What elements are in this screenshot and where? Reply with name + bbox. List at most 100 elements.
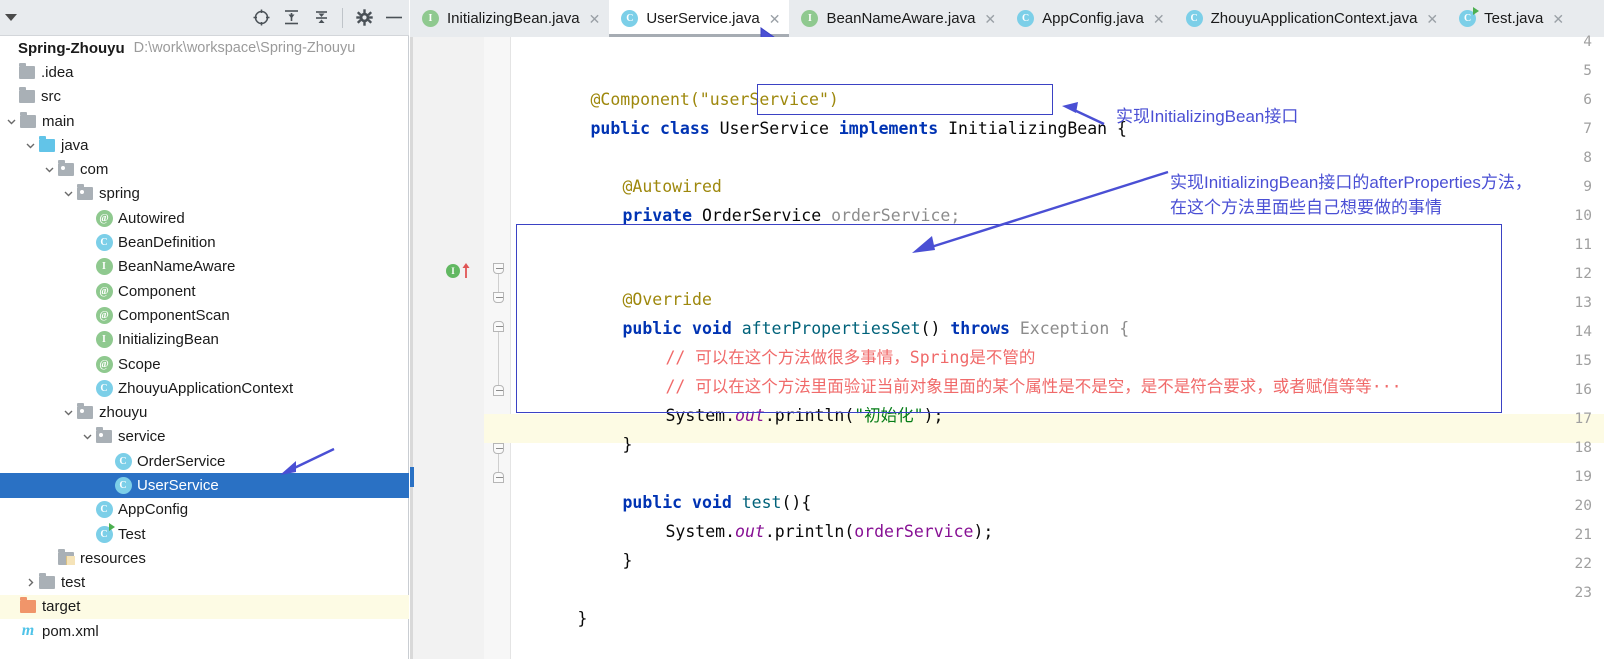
source-folder-icon [38,135,56,154]
runnable-class-icon: C [95,522,115,543]
gutter-marker-line12[interactable]: I [446,263,472,279]
java-class-icon: C [95,234,113,252]
line-number: 8 [1583,150,1592,166]
tree-item-component[interactable]: @ Component [0,279,409,303]
tree-item-pom-xml[interactable]: m pom.xml [0,619,409,643]
chevron-down-icon[interactable] [3,113,19,129]
code-println: .println( [764,406,855,425]
chevron-down-icon[interactable] [22,137,38,153]
target-folder-icon [19,597,37,616]
chevron-down-icon[interactable] [41,162,57,178]
tree-item-target[interactable]: target [0,594,409,620]
implements-marker-icon[interactable]: I [446,264,460,278]
chevron-down-icon[interactable] [79,429,95,445]
close-icon[interactable]: ✕ [1153,12,1165,26]
project-path-hint: D:\work\workspace\Spring-Zhouyu [133,40,356,57]
tree-item-label: resources [80,549,146,567]
tree-item-zhouyu[interactable]: zhouyu [0,400,409,424]
close-icon[interactable]: ✕ [984,12,996,26]
tree-item-test[interactable]: test [0,571,409,595]
tree-item-initializingbean[interactable]: I InitializingBean [0,328,409,352]
tree-item-main[interactable]: main [0,109,409,133]
editor-tab-beannameaware-java[interactable]: I BeanNameAware.java ✕ [789,0,1005,37]
tree-item-label: spring [99,185,140,203]
folder-icon [18,62,36,81]
code-brace-close-22: } [577,609,588,628]
java-class-icon: C [114,476,132,494]
tree-item-java[interactable]: java [0,133,409,157]
tree-item-zhouyuapplicationcontext[interactable]: C ZhouyuApplicationContext [0,376,409,400]
editor-tab-test-java[interactable]: C Test.java ✕ [1447,0,1573,37]
annotation-note-1: 实现InitializingBean接口 [1116,107,1299,126]
line-number: 21 [1574,527,1592,543]
tree-item-spring[interactable]: spring [0,182,409,206]
line-number: 13 [1574,295,1592,311]
tree-item-src[interactable]: src [0,85,409,109]
editor-scroll-marker[interactable] [410,467,414,487]
close-icon[interactable]: ✕ [1426,12,1438,26]
java-interface-icon: I [95,258,113,276]
tree-item-label: com [80,161,109,179]
annotation-note-2-line2: 在这个方法里面些自己想要做的事情 [1170,198,1442,217]
fold-marker-18[interactable] [493,443,504,454]
package-icon [95,427,113,446]
fold-marker-13[interactable] [493,292,504,303]
tree-item-autowired[interactable]: @ Autowired [0,206,409,230]
editor-tab-bar[interactable]: I InitializingBean.java ✕ C UserService.java… [410,0,1604,37]
editor-tab-initializingbean-java[interactable]: I InitializingBean.java ✕ [410,0,609,37]
chevron-right-icon[interactable] [22,575,38,591]
fold-marker-12[interactable] [493,263,504,274]
collapse-all-icon[interactable] [306,0,336,36]
fold-marker-16[interactable] [493,385,504,396]
tree-item-com[interactable]: com [0,157,409,181]
tree-item-resources[interactable]: resources [0,546,409,570]
maven-icon: m [21,622,35,640]
expand-all-icon[interactable] [276,0,306,36]
gear-icon[interactable] [349,0,379,36]
toolbar-divider [342,7,343,28]
close-icon[interactable]: ✕ [1552,12,1564,26]
tree-item--idea[interactable]: .idea [0,60,409,84]
java-annotation-icon: @ [95,355,113,373]
folder-icon [19,111,37,130]
tree-item-componentscan[interactable]: @ ComponentScan [0,303,409,327]
close-icon[interactable]: ✕ [769,12,781,26]
tree-item-label: UserService [137,476,219,494]
tree-item-scope[interactable]: @ Scope [0,352,409,376]
idea-window: ject [0,0,1604,659]
java-class-icon: C [95,379,113,397]
tree-item-appconfig[interactable]: C AppConfig [0,498,409,522]
tree-item-userservice[interactable]: C UserService [0,473,409,498]
minimize-icon[interactable] [379,0,409,36]
code-editor[interactable]: 4 5 6 7 8 9 10 11 12 13 14 15 16 17 18 19 20 21 22 23 I [410,34,1604,659]
java-class-icon: C [1017,10,1035,27]
fold-marker-20[interactable] [493,472,504,483]
close-icon[interactable]: ✕ [589,12,601,26]
annotation-note-2-line1: 实现InitializingBean接口的afterProperties方法， [1170,173,1532,192]
project-tree[interactable]: Spring-Zhouyu D:\work\workspace\Spring-Zh… [0,36,409,659]
tree-item-label: InitializingBean [118,331,219,349]
chevron-down-icon[interactable] [60,186,76,202]
editor-tab-appconfig-java[interactable]: C AppConfig.java ✕ [1005,0,1173,37]
line-number: 16 [1574,382,1592,398]
locate-icon[interactable] [246,0,276,36]
chevron-down-icon[interactable] [5,14,18,21]
code-type-userservice: UserService [719,119,839,138]
folder-icon [38,573,56,592]
tree-item-beannameaware[interactable]: I BeanNameAware [0,255,409,279]
tree-item-service[interactable]: service [0,425,409,449]
chevron-down-icon[interactable] [60,405,76,421]
tree-item-beandefinition[interactable]: C BeanDefinition [0,230,409,254]
tree-item-orderservice[interactable]: C OrderService [0,449,409,473]
fold-marker-14[interactable] [493,321,504,332]
fold-line [498,332,499,387]
java-class-icon: C [114,452,132,470]
tree-item-label: ZhouyuApplicationContext [118,379,294,397]
tree-item-test[interactable]: C Test [0,522,409,546]
tree-item-spring-zhouyu[interactable]: Spring-Zhouyu D:\work\workspace\Spring-Zh… [0,36,409,60]
editor-tab-label: InitializingBean.java [447,10,580,27]
editor-tab-zhouyuapplicationcontext-java[interactable]: C ZhouyuApplicationContext.java ✕ [1174,0,1448,37]
line-number: 7 [1583,121,1592,137]
line-number: 22 [1574,556,1592,572]
tree-item-label: Spring-Zhouyu [18,39,125,57]
